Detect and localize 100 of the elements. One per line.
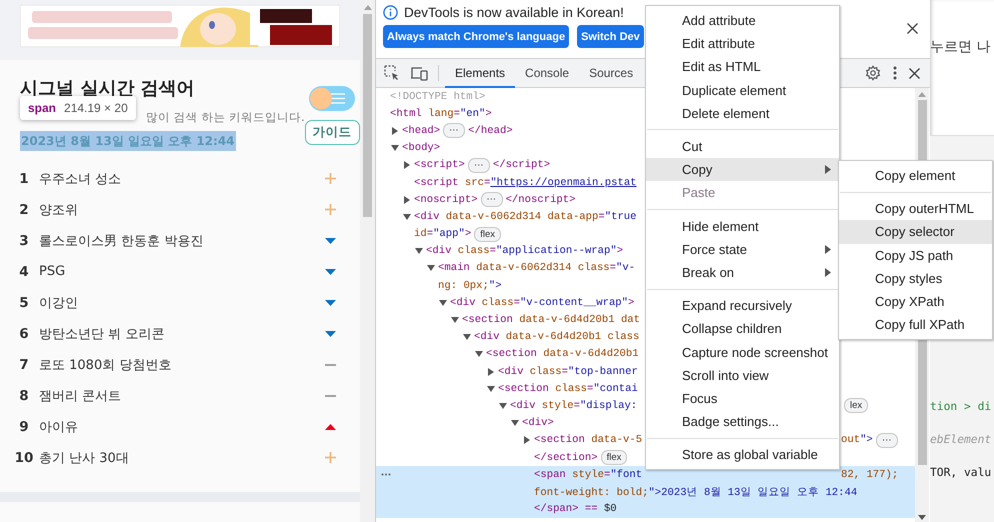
inspect-icon[interactable] <box>384 65 400 81</box>
more-vertical-icon[interactable] <box>893 66 897 80</box>
dom-code-link[interactable]: <script src="https://openmain.pstat <box>414 176 637 189</box>
caret-down-icon[interactable] <box>451 316 459 324</box>
devtools-tab[interactable]: Sources <box>579 59 644 88</box>
keyword-link[interactable]: PSG <box>39 264 320 279</box>
caret-down-icon[interactable] <box>403 212 411 221</box>
more-dots-icon[interactable] <box>381 473 391 476</box>
menu-item[interactable]: Store as global variable <box>646 443 839 466</box>
menu-item[interactable]: Copy element <box>839 164 992 188</box>
keyword-link[interactable]: 이강인 <box>39 294 320 312</box>
menu-item[interactable]: Copy styles <box>839 266 992 290</box>
caret-down-icon[interactable] <box>391 144 399 152</box>
menu-item[interactable]: Focus <box>646 386 839 410</box>
menu-item[interactable]: Delete element <box>646 102 839 125</box>
keyword-link[interactable]: 우주소녀 성소 <box>39 170 320 188</box>
page-text: 누르면 나 <box>930 39 990 55</box>
rank-number: 1 <box>18 170 30 186</box>
toggle-switch[interactable] <box>309 86 356 111</box>
dom-code: <span style="font <box>534 468 642 481</box>
language-button[interactable]: Always match Chrome's language <box>383 25 570 48</box>
menu-item[interactable]: Scroll into view <box>646 364 839 387</box>
menu-item[interactable]: Capture node screenshot <box>646 340 839 364</box>
keyword-link[interactable]: 아이유 <box>39 418 320 436</box>
caret-down-icon[interactable] <box>427 264 435 272</box>
keyword-link[interactable]: 잼버리 콘서트 <box>39 386 320 404</box>
node-badge[interactable]: ⋯ <box>876 432 898 448</box>
keyword-link[interactable]: 롤스로이스男 한동훈 박용진 <box>39 232 320 250</box>
dom-code: font-weight: bold;">2023년 8월 13일 일요일 오후 12:44 <box>534 486 858 499</box>
node-badge[interactable]: ⋯ <box>468 158 490 173</box>
devtools-tab[interactable]: Console <box>515 59 580 88</box>
menu-item[interactable]: Hide element <box>646 214 839 238</box>
keyword-link[interactable]: 양조위 <box>39 200 320 218</box>
dash-icon <box>325 364 336 366</box>
dom-code: 82, 177); <box>841 468 898 481</box>
menu-item[interactable]: Copy XPath <box>839 290 992 314</box>
keyword-link[interactable]: 로또 1080회 당첨번호 <box>39 356 320 374</box>
caret-right-icon[interactable] <box>391 126 399 135</box>
dash-icon <box>325 394 336 396</box>
caret-right-icon[interactable] <box>403 196 411 204</box>
menu-item[interactable]: Break on <box>646 260 839 284</box>
menu-item[interactable]: Copy selector <box>839 220 992 244</box>
date-text: 2023년 8월 13일 일요일 오후 12:44 <box>20 131 236 151</box>
page-title: 시그널 실시간 검색어 <box>20 77 195 101</box>
devtools-tab[interactable]: Elements <box>445 59 516 88</box>
keyword-link[interactable]: 방탄소년단 뷔 오리콘 <box>39 324 320 342</box>
device-icon[interactable] <box>410 65 428 81</box>
dom-code: </span> == $0 <box>534 503 617 516</box>
menu-item[interactable]: Collapse children <box>646 317 839 340</box>
dom-code: <div style="display: <box>510 400 638 412</box>
caret-down-icon[interactable] <box>475 350 483 358</box>
caret-down-icon[interactable] <box>499 402 507 410</box>
menu-item[interactable]: Duplicate element <box>646 78 839 102</box>
rank-number: 8 <box>18 388 30 404</box>
menu-item[interactable]: Cut <box>646 134 839 158</box>
menu-item[interactable]: Copy full XPath <box>839 313 992 336</box>
page-subtitle: 많이 검색 하는 키워드입니다. <box>146 109 305 126</box>
menu-item[interactable]: Force state <box>646 238 839 261</box>
dom-code: <noscript> <box>414 194 478 206</box>
rank-number: 10 <box>14 450 34 466</box>
caret-down-icon[interactable] <box>463 333 471 342</box>
scrollbar-thumb[interactable] <box>363 14 372 217</box>
dom-code: <div data-v-6d4d20b1 class <box>474 331 640 344</box>
size-label: 214.19 × 20 <box>64 101 128 115</box>
language-button[interactable]: Switch Dev <box>577 25 644 48</box>
submenu-arrow-icon <box>825 268 831 277</box>
dom-code: <div> <box>522 417 554 430</box>
caret-right-icon[interactable] <box>523 436 531 444</box>
settings-icon[interactable] <box>865 65 881 81</box>
node-badge[interactable]: lex <box>844 398 868 414</box>
caret-right-icon[interactable] <box>487 368 495 376</box>
tag-label: span <box>28 101 56 115</box>
menu-item[interactable]: Edit as HTML <box>646 55 839 79</box>
menu-item[interactable]: Add attribute <box>646 9 839 32</box>
menu-item[interactable]: Badge settings... <box>646 410 839 434</box>
dom-code: <div class="v-content__wrap"> <box>450 296 634 309</box>
selected-node-highlight[interactable]: <span style="font 82, 177); font-weight: bold;">2023년 8월 13일 일요일 오후 12:44 </span> == $0 <box>376 466 915 518</box>
node-badge[interactable]: flex <box>600 450 628 466</box>
caret-right-icon[interactable] <box>403 161 411 170</box>
menu-item[interactable]: Copy outerHTML <box>839 197 992 220</box>
dom-code: </noscript> <box>506 194 576 206</box>
keyword-link[interactable]: 총기 난사 30대 <box>39 448 320 466</box>
down-triangle-icon <box>325 330 336 336</box>
close-icon[interactable] <box>909 68 920 78</box>
node-badge[interactable]: ⋯ <box>480 192 503 208</box>
menu-item[interactable]: Edit attribute <box>646 32 839 56</box>
caret-down-icon[interactable] <box>439 298 447 307</box>
guide-button[interactable]: 가이드 <box>304 120 360 145</box>
close-icon[interactable] <box>907 23 918 34</box>
menu-item[interactable]: Copy JS path <box>839 244 992 267</box>
scroll-down-icon[interactable] <box>918 515 926 520</box>
rank-number: 5 <box>18 294 30 310</box>
caret-down-icon[interactable] <box>511 419 519 428</box>
menu-item[interactable]: Expand recursively <box>646 294 839 318</box>
caret-down-icon[interactable] <box>415 247 423 256</box>
node-badge[interactable]: flex <box>474 226 502 242</box>
caret-down-icon[interactable] <box>487 384 495 393</box>
submenu-arrow-icon <box>825 244 831 254</box>
node-badge[interactable]: ⋯ <box>443 123 466 138</box>
menu-item[interactable]: Copy <box>646 158 839 182</box>
